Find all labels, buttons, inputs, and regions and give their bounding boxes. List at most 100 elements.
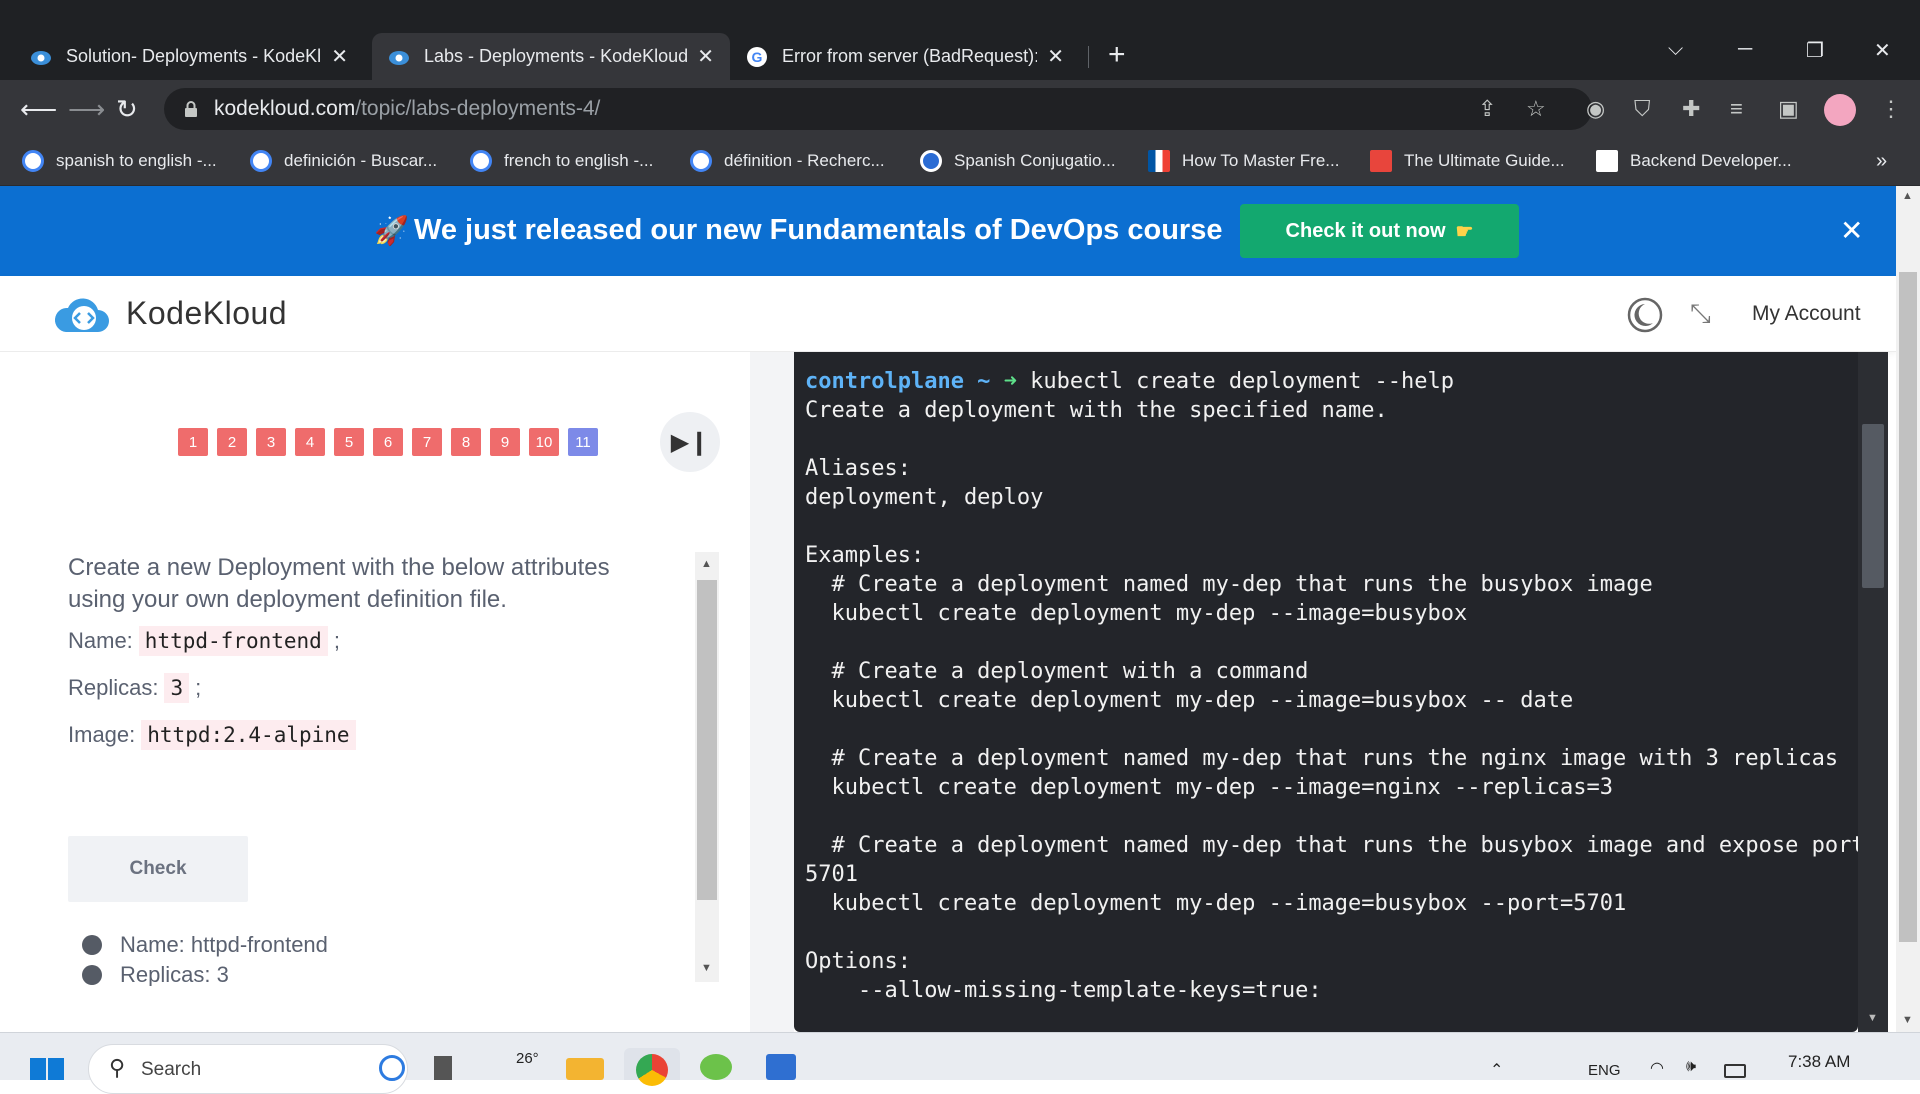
close-tab-icon[interactable]: ✕ <box>697 44 714 69</box>
bookmark-item[interactable]: Backend Developer... <box>1596 145 1792 177</box>
wifi-icon[interactable]: ◠ <box>1650 1058 1664 1078</box>
attribute-name: Name: httpd-frontend ; <box>68 626 340 656</box>
step-button[interactable]: 3 <box>256 428 286 456</box>
bookmark-item[interactable]: définition - Recherc... <box>690 145 885 177</box>
scroll-up-arrow-icon[interactable]: ▲ <box>701 558 712 570</box>
banner-text: We just released our new Fundamentals of… <box>414 214 1223 246</box>
clock-time[interactable]: 7:38 AM <box>1788 1052 1850 1072</box>
french-flag-icon <box>1148 150 1170 172</box>
banner-close-icon[interactable]: ✕ <box>1840 214 1863 247</box>
attribute-value: httpd-frontend <box>138 626 328 656</box>
terminal-line: # Create a deployment named my-dep that … <box>805 572 1653 597</box>
back-icon[interactable]: ⟵ <box>20 94 57 125</box>
terminal-line: Aliases: <box>805 456 911 481</box>
terminal-line: kubectl create deployment my-dep --image… <box>805 775 1613 800</box>
app-icon[interactable] <box>766 1054 796 1080</box>
task-view-icon[interactable] <box>434 1056 452 1080</box>
scrollbar-thumb[interactable] <box>1862 424 1884 588</box>
close-window-icon[interactable]: ✕ <box>1874 38 1891 63</box>
browser-tab-active[interactable]: Labs - Deployments - KodeKloud ✕ <box>372 33 730 80</box>
skip-next-icon[interactable]: ▶❙ <box>660 412 720 472</box>
my-account-link[interactable]: My Account <box>1752 302 1861 326</box>
terminal-line: kubectl create deployment my-dep --image… <box>805 688 1574 713</box>
step-button-current[interactable]: 11 <box>568 428 598 456</box>
forward-icon[interactable]: ⟶ <box>68 94 105 125</box>
scroll-down-arrow-icon[interactable]: ▼ <box>1867 1012 1878 1024</box>
language-indicator[interactable]: ENG <box>1588 1062 1621 1079</box>
status-dot-icon <box>82 965 102 985</box>
extensions-puzzle-icon[interactable]: ✚ <box>1682 96 1700 122</box>
google-icon <box>690 150 712 172</box>
scroll-down-arrow-icon[interactable]: ▼ <box>701 962 712 974</box>
url-host: kodekloud.com <box>214 97 356 120</box>
terminal-output: controlplane ~ ➜ kubectl create deployme… <box>805 367 1865 1005</box>
restore-icon[interactable]: ❐ <box>1806 38 1824 63</box>
bookmark-item[interactable]: french to english -... <box>470 145 653 177</box>
app-icon[interactable] <box>700 1054 732 1080</box>
bookmark-star-icon[interactable]: ☆ <box>1526 96 1546 122</box>
page-scrollbar[interactable]: ▲ ▼ <box>1896 186 1920 1032</box>
bookmark-item[interactable]: How To Master Fre... <box>1148 145 1339 177</box>
windows-start-icon[interactable] <box>30 1056 64 1080</box>
tray-overflow-chevron-icon[interactable]: ⌃ <box>1490 1060 1503 1080</box>
pointing-hand-icon: ☛ <box>1455 220 1474 243</box>
step-button[interactable]: 2 <box>217 428 247 456</box>
new-tab-button[interactable]: + <box>1108 40 1126 70</box>
terminal-line: deployment, deploy <box>805 485 1044 510</box>
profile-avatar[interactable] <box>1824 94 1856 126</box>
terminal-line: kubectl create deployment my-dep --image… <box>805 601 1468 626</box>
logo-text[interactable]: KodeKloud <box>126 295 287 332</box>
panel-divider[interactable] <box>750 352 794 1032</box>
browser-tab[interactable]: G Error from server (BadRequest): e ✕ <box>730 33 1080 80</box>
chrome-taskbar-button[interactable] <box>624 1048 680 1086</box>
task-scrollbar[interactable]: ▲ ▼ <box>695 552 719 982</box>
step-button[interactable]: 6 <box>373 428 403 456</box>
bookmark-item[interactable]: The Ultimate Guide... <box>1370 145 1565 177</box>
check-button[interactable]: Check <box>68 836 248 902</box>
rocket-icon: 🚀 <box>374 215 409 246</box>
chrome-menu-icon[interactable]: ⋮ <box>1880 96 1902 122</box>
reload-icon[interactable]: ↻ <box>116 94 138 125</box>
close-tab-icon[interactable]: ✕ <box>1047 44 1064 69</box>
shield-extension-icon[interactable]: ⛉ <box>1634 96 1651 122</box>
taskbar-search[interactable]: ⚲ Search <box>88 1044 408 1094</box>
step-button[interactable]: 1 <box>178 428 208 456</box>
dark-mode-toggle-icon[interactable] <box>1626 296 1664 334</box>
step-button[interactable]: 7 <box>412 428 442 456</box>
bookmark-item[interactable]: Spanish Conjugatio... <box>920 145 1116 177</box>
bookmark-item[interactable]: definición - Buscar... <box>250 145 437 177</box>
battery-icon[interactable] <box>1724 1064 1746 1078</box>
address-bar[interactable]: kodekloud.com/topic/labs-deployments-4/ <box>164 88 1592 130</box>
volume-icon[interactable]: 🕪 <box>1686 1058 1696 1076</box>
exit-fullscreen-icon[interactable]: ⤡ <box>1690 298 1711 330</box>
step-button[interactable]: 5 <box>334 428 364 456</box>
side-panel-icon[interactable]: ▣ <box>1778 96 1799 122</box>
scroll-up-arrow-icon[interactable]: ▲ <box>1902 190 1913 202</box>
scroll-down-arrow-icon[interactable]: ▼ <box>1902 1014 1913 1026</box>
tab-search-chevron-icon[interactable]: ⌵ <box>1668 38 1683 61</box>
bookmarks-overflow-button[interactable]: » <box>1876 145 1887 177</box>
status-dot-icon <box>82 935 102 955</box>
check-it-out-button[interactable]: Check it out now ☛ <box>1240 204 1519 258</box>
step-button[interactable]: 9 <box>490 428 520 456</box>
terminal-line: Create a deployment with the specified n… <box>805 398 1388 423</box>
reading-list-icon[interactable]: ≡ <box>1730 96 1743 122</box>
file-explorer-icon[interactable] <box>566 1058 604 1080</box>
terminal-scrollbar[interactable]: ▼ <box>1858 352 1888 1032</box>
kodekloud-logo-icon[interactable] <box>52 292 112 336</box>
bookmark-item[interactable]: spanish to english -... <box>22 145 217 177</box>
share-icon[interactable]: ⇪ <box>1478 96 1496 122</box>
weather-widget[interactable]: 26° <box>516 1050 539 1067</box>
minimize-icon[interactable]: ─ <box>1738 38 1752 61</box>
close-tab-icon[interactable]: ✕ <box>331 44 348 69</box>
step-button[interactable]: 8 <box>451 428 481 456</box>
scrollbar-thumb[interactable] <box>1899 272 1917 942</box>
step-button[interactable]: 10 <box>529 428 559 456</box>
step-button[interactable]: 4 <box>295 428 325 456</box>
camera-extension-icon[interactable]: ◉ <box>1586 96 1605 122</box>
browser-tab[interactable]: Solution- Deployments - KodeKl ✕ <box>14 33 364 80</box>
bing-icon[interactable] <box>379 1055 405 1081</box>
kodekloud-favicon-icon <box>389 50 409 65</box>
google-icon <box>250 150 272 172</box>
scrollbar-thumb[interactable] <box>697 580 717 900</box>
